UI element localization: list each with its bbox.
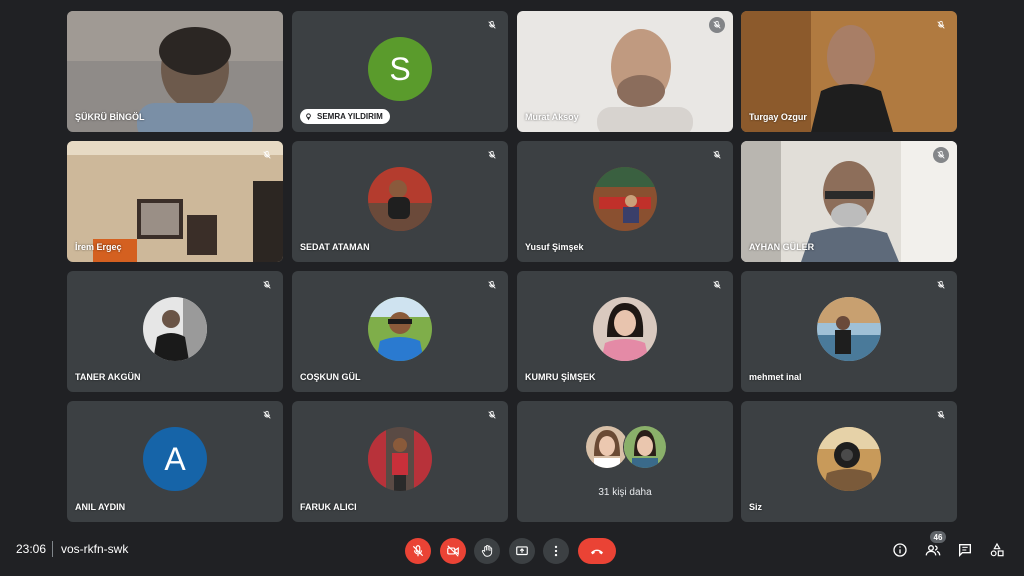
participant-name: SEDAT ATAMAN <box>300 242 370 252</box>
mic-off-icon <box>933 147 949 163</box>
participant-avatar <box>143 297 207 361</box>
mic-off-icon <box>933 277 949 293</box>
more-participants-avatars <box>585 425 669 469</box>
meeting-code: vos-rkfn-swk <box>61 542 129 556</box>
raise-hand-icon <box>481 544 493 557</box>
participant-tile[interactable]: İrem Ergeç <box>67 141 283 262</box>
present-screen-button[interactable] <box>509 538 535 564</box>
mic-off-icon <box>259 147 275 163</box>
participant-tile[interactable]: KUMRU ŞİMŞEK <box>517 271 733 392</box>
mic-toggle-button[interactable] <box>405 538 431 564</box>
participant-name-pill: SEMRA YILDIRIM <box>300 109 390 124</box>
participant-name: AYHAN GÜLER <box>749 242 815 252</box>
participant-name: ANIL AYDIN <box>75 502 126 512</box>
participant-tile[interactable]: Yusuf Şimşek <box>517 141 733 262</box>
bottom-control-bar: 23:06 vos-rkfn-swk 46 <box>0 528 1024 576</box>
participant-tile[interactable]: A ANIL AYDIN <box>67 401 283 522</box>
participant-avatar <box>368 297 432 361</box>
camera-off-icon <box>447 545 459 557</box>
participant-avatar <box>368 167 432 231</box>
participant-tile[interactable]: Murat Aksoy <box>517 11 733 132</box>
mic-off-icon <box>484 277 500 293</box>
participant-name: İrem Ergeç <box>75 242 122 252</box>
mic-off-icon <box>933 17 949 33</box>
participant-name: TANER AKGÜN <box>75 372 141 382</box>
participant-name: COŞKUN GÜL <box>300 372 361 382</box>
participant-grid: ŞÜKRÜ BİNGÖL S SEMRA YILDIRIM Murat Akso… <box>0 0 1024 528</box>
mic-off-icon <box>412 545 424 557</box>
participant-tile[interactable]: COŞKUN GÜL <box>292 271 508 392</box>
participant-name: Turgay Ozgur <box>749 112 807 122</box>
participant-tile[interactable]: mehmet inal <box>741 271 957 392</box>
participant-tile[interactable]: FARUK ALICI <box>292 401 508 522</box>
participant-name: Murat Aksoy <box>525 112 579 122</box>
participant-tile[interactable]: SEDAT ATAMAN <box>292 141 508 262</box>
meeting-info-button[interactable] <box>889 539 911 561</box>
participant-avatar <box>817 297 881 361</box>
participant-avatar <box>623 425 667 469</box>
present-screen-icon <box>516 546 528 556</box>
participant-name: SEMRA YILDIRIM <box>317 112 383 121</box>
raise-hand-button[interactable] <box>474 538 500 564</box>
more-participants-label: 31 kişi daha <box>598 487 652 498</box>
participant-avatar <box>817 427 881 491</box>
more-options-button[interactable] <box>543 538 569 564</box>
participant-tile[interactable]: ŞÜKRÜ BİNGÖL <box>67 11 283 132</box>
activities-icon <box>990 542 1004 557</box>
participant-avatar <box>593 297 657 361</box>
mic-off-icon <box>259 407 275 423</box>
more-options-icon <box>554 545 558 557</box>
participant-tile[interactable]: AYHAN GÜLER <box>741 141 957 262</box>
chat-button[interactable] <box>954 539 976 561</box>
mic-off-icon <box>709 17 725 33</box>
mic-off-icon <box>259 277 275 293</box>
more-participants-tile[interactable]: 31 kişi daha <box>517 401 733 522</box>
camera-toggle-button[interactable] <box>440 538 466 564</box>
separator <box>52 541 53 557</box>
mic-off-icon <box>484 407 500 423</box>
mic-off-icon <box>933 407 949 423</box>
participant-tile[interactable]: S SEMRA YILDIRIM <box>292 11 508 132</box>
participant-name: Siz <box>749 502 763 512</box>
participant-count-badge: 46 <box>930 531 946 543</box>
participant-avatar <box>368 427 432 491</box>
participant-avatar <box>593 167 657 231</box>
self-tile[interactable]: Siz <box>741 401 957 522</box>
chat-icon <box>959 544 971 557</box>
mic-off-icon <box>709 147 725 163</box>
end-call-button[interactable] <box>578 538 616 564</box>
mic-off-icon <box>484 17 500 33</box>
participant-tile[interactable]: TANER AKGÜN <box>67 271 283 392</box>
end-call-icon <box>591 549 603 555</box>
participant-tile[interactable]: Turgay Ozgur <box>741 11 957 132</box>
participant-name: mehmet inal <box>749 372 802 382</box>
participant-avatar-letter: S <box>368 37 432 101</box>
pin-icon <box>306 113 311 121</box>
participant-avatar-letter: A <box>143 427 207 491</box>
participant-name: KUMRU ŞİMŞEK <box>525 372 596 382</box>
info-icon <box>893 543 907 557</box>
activities-button[interactable] <box>986 539 1008 561</box>
meeting-time: 23:06 <box>16 542 47 556</box>
people-icon <box>925 545 941 556</box>
participant-name: ŞÜKRÜ BİNGÖL <box>75 112 145 122</box>
mic-off-icon <box>484 147 500 163</box>
participant-name: Yusuf Şimşek <box>525 242 584 252</box>
mic-off-icon <box>709 277 725 293</box>
participant-name: FARUK ALICI <box>300 502 357 512</box>
